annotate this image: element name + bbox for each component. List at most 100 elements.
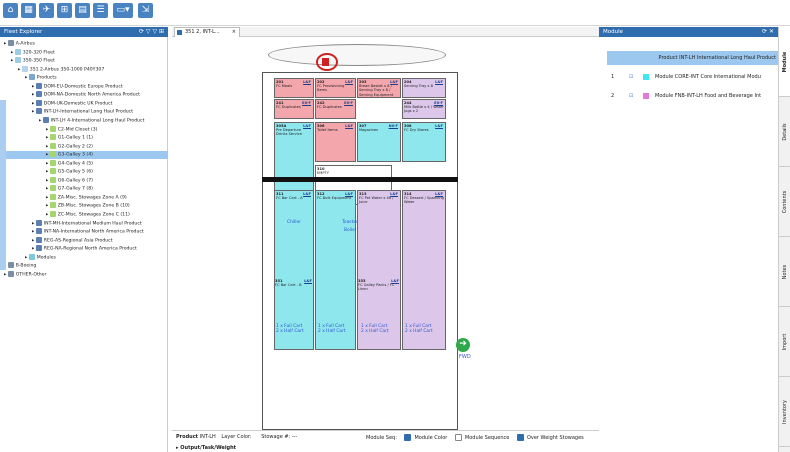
tree-item[interactable]: ▸ INT-LH-International Long Haul Product xyxy=(0,108,168,116)
side-tab-import[interactable]: Import xyxy=(779,307,790,377)
stowage-box[interactable]: 242 FC Duplicates EX-F xyxy=(315,99,356,119)
galley-icon xyxy=(49,142,56,149)
refresh-close-icon[interactable]: ⟳ ✕ xyxy=(762,27,774,37)
stowage-contents: EMPTY xyxy=(317,171,329,176)
home-icon[interactable]: ⌂ xyxy=(3,3,18,18)
tree-item[interactable]: ▸ G1-Galley 1 (1) xyxy=(0,134,168,142)
side-tab-notes[interactable]: Notes xyxy=(779,237,790,307)
tree-item[interactable]: ▸ 351 2-Airbus 350-1000 P40Y307 xyxy=(0,65,168,74)
layers-dropdown-icon[interactable]: ▭▾ xyxy=(113,3,133,18)
product-icon xyxy=(35,82,42,89)
tab-galley[interactable]: 351 2, INT-L... × xyxy=(174,27,240,37)
tree-item[interactable]: ▸ ZC-Misc. Stowages Zone C (11) xyxy=(0,211,168,219)
tree-item-label: DOM-UK-Domestic UK Product xyxy=(43,101,113,107)
tree-item[interactable]: ▸ Modules xyxy=(0,253,168,262)
fleet-icon xyxy=(14,57,21,64)
tree-item[interactable]: ▸ OTHER-Other xyxy=(0,270,168,279)
galley-icon xyxy=(49,202,56,209)
tree-item[interactable]: ▸ REG-NA-Regional North America Product xyxy=(0,245,168,253)
stowage-box[interactable]: 307 Magazines NX-F xyxy=(357,122,401,162)
link-icon[interactable]: ⊡ xyxy=(629,70,633,84)
stowage-box[interactable]: 308 FC Dry Stores L&F xyxy=(402,122,446,162)
tree-item[interactable]: ▸ G7-Galley 7 (8) xyxy=(0,185,168,193)
tree-item[interactable]: ▸ G3-Galley 3 (4) xyxy=(0,151,168,160)
tree-item[interactable]: ▸ INT-LH 4-International Long Haul Produ… xyxy=(0,116,168,125)
module-row[interactable]: 2 ⊡ Module FNB-INT-LH Food and Beverage In… xyxy=(607,89,778,103)
output-section[interactable]: ▸ Output/Task/Weight xyxy=(176,445,236,451)
stowage-box[interactable]: 351 FC Bar Cart - B L&F xyxy=(274,278,314,350)
over-weight-toggle[interactable]: Over Weight Stowages xyxy=(516,434,584,441)
explorer-tools-icon[interactable]: ⟳ ▽ ▽ ⊞ xyxy=(139,27,164,37)
module-color-toggle[interactable]: Module Color xyxy=(404,434,447,441)
tree-item[interactable]: ▸ DOM-EU-Domestic Europe Product xyxy=(0,82,168,91)
right-tabs: Module Details Contents Notes Import Inventor… xyxy=(778,27,790,452)
tree-item-label: G6-Galley 6 (7) xyxy=(57,178,93,184)
stowage-contents: Pre Departure Drinks Service xyxy=(276,128,302,137)
tree-item[interactable]: ▸ Products xyxy=(0,74,168,82)
stowage-contents: FC Dessert / Sparkling Water xyxy=(404,196,444,205)
grid-icon[interactable]: ⊞ xyxy=(57,3,72,18)
stowage-tag: L&F xyxy=(303,124,311,128)
tree-item[interactable]: ▸ ZA-Misc. Stowages Zone A (9) xyxy=(0,193,168,202)
tree-item[interactable]: ▸ 320-320 Fleet xyxy=(0,48,168,57)
stowage-tag: L&F xyxy=(391,279,399,283)
export-icon[interactable]: ⇲ xyxy=(138,3,153,18)
side-tab-details[interactable]: Details xyxy=(779,97,790,167)
list-icon[interactable]: ☰ xyxy=(93,3,108,18)
side-tab-contents[interactable]: Contents xyxy=(779,167,790,237)
tree-item[interactable]: ▸ G2-Galley 2 (2) xyxy=(0,142,168,151)
stowage-box[interactable]: 353 FC Galley Packs / FC Linen L&F xyxy=(357,278,401,350)
stowage-box[interactable]: 201 FC Meals L&F xyxy=(274,78,314,98)
module-color-swatch xyxy=(643,93,649,99)
stowage-box[interactable]: 203 Bread Basket x 8 / Serving Tray x 8 /… xyxy=(357,78,401,98)
side-tab-label: Contents xyxy=(782,190,788,213)
module-product-header: Product INT-LH International Long Haul P… xyxy=(607,51,778,65)
galley-icon xyxy=(49,151,56,158)
status-bar: Product INT-LH Layer Color: Stowage #: -… xyxy=(172,430,599,452)
stowage-contents: FC Bar Cart - B xyxy=(275,283,302,288)
output-label: Output/Task/Weight xyxy=(180,445,237,451)
tree-item[interactable]: ▸ DOM-UK-Domestic UK Product xyxy=(0,99,168,108)
tree-item[interactable]: ▸ ZB-Misc. Stowages Zone B (10) xyxy=(0,202,168,210)
stowage-box[interactable]: 241 FC Duplicates EX-F xyxy=(274,99,314,119)
stowage-box[interactable]: 244 Milk Bottle x 4 / Water Jugs x 2 EX-F xyxy=(402,99,446,119)
half-cart-text: 2 x Half Cart xyxy=(276,329,304,334)
tree-item-label: OTHER-Other xyxy=(15,272,47,278)
cart-capacity-label: 1 x Full Cart 2 x Half Cart xyxy=(318,324,346,334)
side-tab-inventory[interactable]: Inventory xyxy=(779,377,790,447)
aircraft-icon[interactable]: ✈ xyxy=(39,3,54,18)
stowage-box[interactable]: 204 Serving Tray x 8 L&F xyxy=(402,78,446,98)
tree-item[interactable]: ▸ 350-350 Fleet xyxy=(0,57,168,65)
tree-item[interactable]: ▸ G5-Galley 5 (6) xyxy=(0,168,168,176)
module-color-swatch xyxy=(643,74,649,80)
link-icon[interactable]: ⊡ xyxy=(629,89,633,103)
chart-icon[interactable]: ▤ xyxy=(75,3,90,18)
close-icon[interactable]: × xyxy=(232,28,236,37)
tree-item[interactable]: ▸ B-Boeing xyxy=(0,262,168,270)
module-sequence-toggle[interactable]: Module Sequence xyxy=(454,434,509,441)
stowage-tag: EX-F xyxy=(434,101,443,105)
side-tab-module[interactable]: Module xyxy=(779,27,790,97)
building-icon[interactable]: ▦ xyxy=(21,3,36,18)
stowage-box[interactable]: 202 FC Provisioning Items L&F xyxy=(315,78,356,98)
tree-item[interactable]: ▸ DOM-NA-Domestic North America Product xyxy=(0,91,168,99)
side-tab-label: Inventory xyxy=(782,399,788,424)
tree-item[interactable]: ▸ INT-MH-International Medium Haul Produ… xyxy=(0,219,168,228)
tree-item[interactable]: ▸ A-Airbus xyxy=(0,40,168,48)
forward-arrow-icon[interactable]: ➔ xyxy=(456,338,470,352)
sidebar-splitter[interactable] xyxy=(0,100,6,270)
product-icon xyxy=(35,219,42,226)
tree-item[interactable]: ▸ G6-Galley 6 (7) xyxy=(0,176,168,185)
stowage-contents: FC Duplicates xyxy=(317,105,342,110)
selected-galley-marker xyxy=(322,58,329,66)
tree-item[interactable]: ▸ INT-NA-International North America Pro… xyxy=(0,228,168,236)
layer-color-label: Layer Color: xyxy=(221,434,252,440)
tree-item[interactable]: ▸ G4-Galley 4 (5) xyxy=(0,159,168,168)
tree-item[interactable]: ▸ C2-Mid Closet (3) xyxy=(0,125,168,134)
stowage-box[interactable]: 306 Toilet Items L&F xyxy=(315,122,356,162)
module-row[interactable]: 1 ⊡ Module CORE-INT Core International Mod… xyxy=(607,70,778,84)
galley-counter xyxy=(262,177,458,182)
tree-item-label: A-Airbus xyxy=(15,41,35,47)
tree-item[interactable]: ▸ REG-AS-Regional Asia Product xyxy=(0,236,168,245)
checkbox-icon xyxy=(516,434,524,441)
